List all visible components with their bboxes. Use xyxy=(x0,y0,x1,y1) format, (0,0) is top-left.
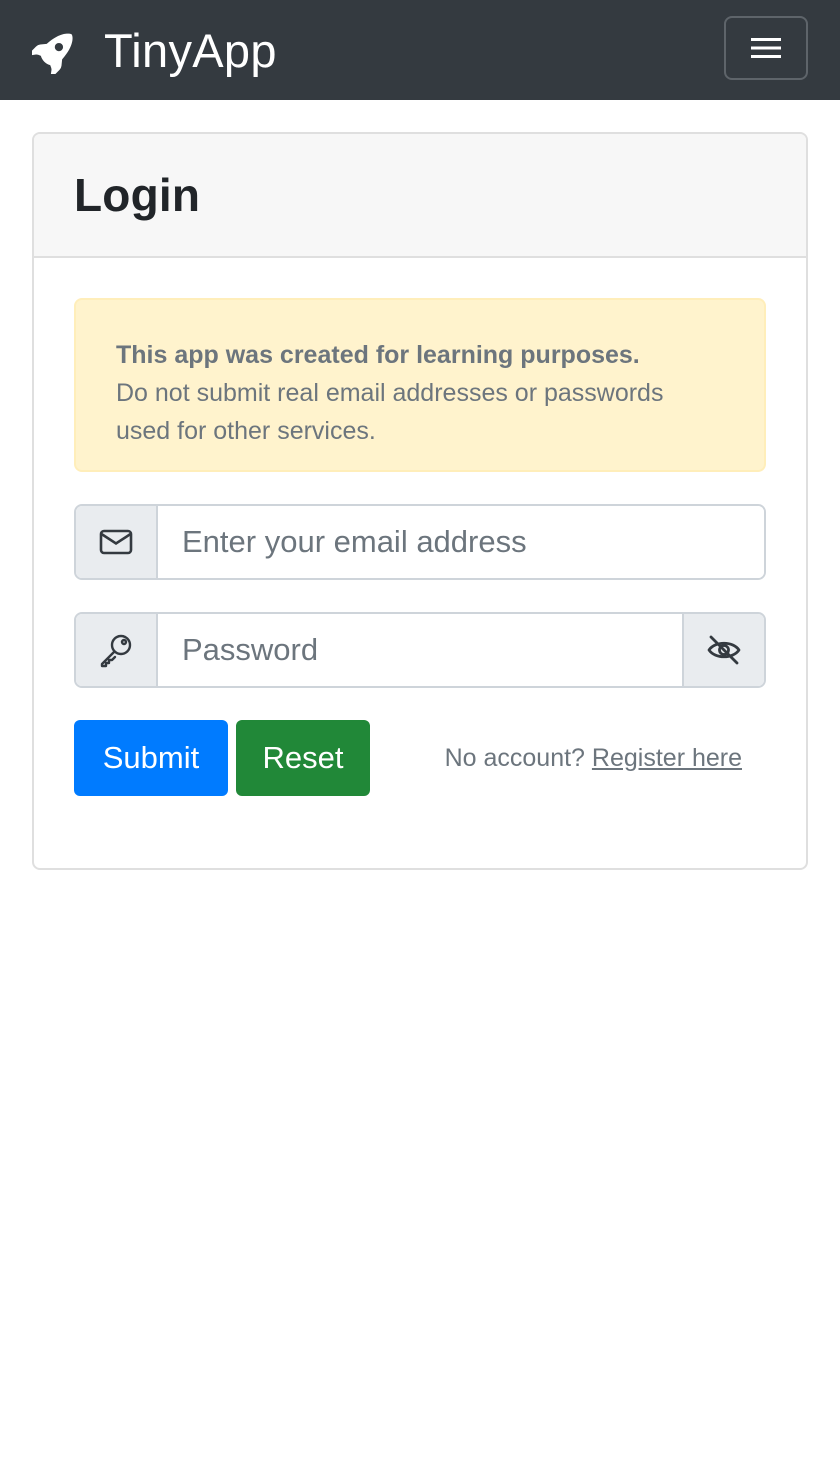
password-input-group xyxy=(74,612,766,688)
eye-slash-icon xyxy=(707,635,741,665)
card-header: Login xyxy=(34,134,806,258)
submit-button[interactable]: Submit xyxy=(74,720,228,796)
email-input-group xyxy=(74,504,766,580)
register-link[interactable]: Register here xyxy=(592,744,742,772)
alert-text: Do not submit real email addresses or pa… xyxy=(116,379,664,445)
rocket-icon xyxy=(32,33,73,74)
register-prompt: No account? Register here xyxy=(445,744,742,773)
envelope-icon xyxy=(99,529,133,555)
brand-link[interactable]: TinyApp xyxy=(32,23,277,78)
login-card: Login This app was created for learning … xyxy=(32,132,808,870)
register-prompt-text: No account? xyxy=(444,743,585,772)
hamburger-menu-icon xyxy=(751,38,781,58)
navbar-toggler-button[interactable] xyxy=(724,16,808,80)
card-body: This app was created for learning purpos… xyxy=(34,258,806,796)
warning-alert: This app was created for learning purpos… xyxy=(74,298,766,472)
email-addon xyxy=(76,506,158,578)
email-field[interactable] xyxy=(158,506,764,578)
brand-name: TinyApp xyxy=(104,23,277,77)
alert-heading: This app was created for learning purpos… xyxy=(116,341,640,369)
page-title: Login xyxy=(74,169,201,221)
key-icon xyxy=(100,634,132,668)
form-actions: Submit Reset No account? Register here xyxy=(74,720,766,796)
reset-button[interactable]: Reset xyxy=(236,720,370,796)
top-navbar: TinyApp xyxy=(0,0,840,100)
password-addon xyxy=(76,614,158,686)
password-field[interactable] xyxy=(158,614,682,686)
toggle-password-visibility-button[interactable] xyxy=(682,614,764,686)
